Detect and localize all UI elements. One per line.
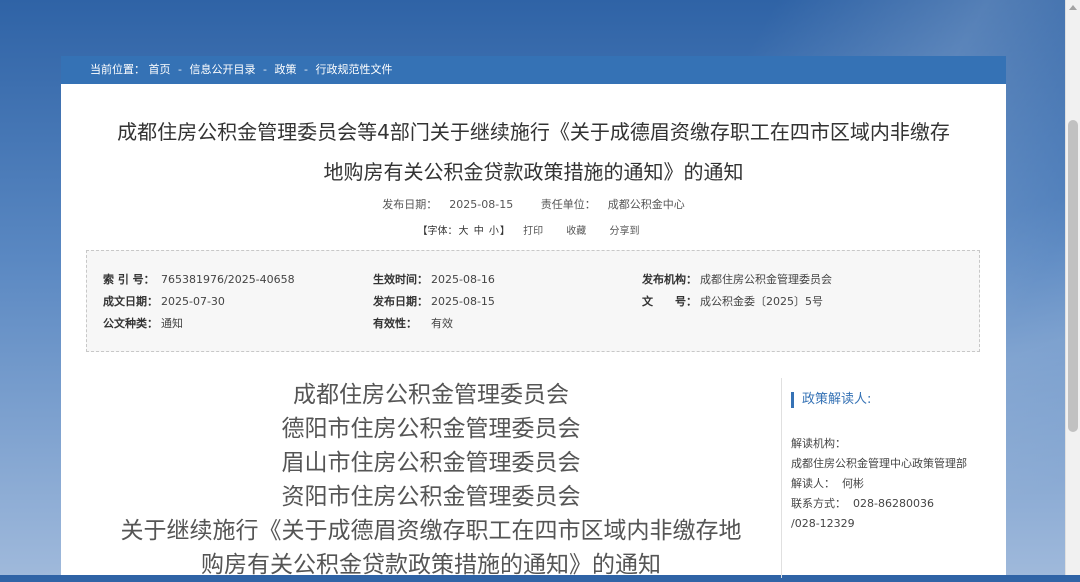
column-divider [781,378,782,578]
publish-date: 发布日期： 2025-08-15 [382,198,514,211]
interpreter-org-label: 解读机构： [791,437,846,450]
interpreter-person: 解读人： 何彬 [791,477,864,490]
policy-interpreter-panel: 政策解读人: 解读机构： 成都住房公积金管理中心政策管理部 解读人： 何彬 联系… [791,392,981,534]
body-heading-line1: 关于继续施行《关于成德眉资缴存职工在四市区域内非缴存地 [120,518,742,544]
font-size-switcher: 【字体：大 中 小】 [417,226,510,237]
document-tools: 【字体：大 中 小】 打印 收藏 分享到 [61,222,1006,237]
info-issuer: 发布机构： 成都住房公积金管理委员会 [642,273,832,286]
breadcrumb-separator: - [262,63,267,76]
breadcrumb-info-catalog[interactable]: 信息公开目录 [189,63,255,76]
info-issue-date: 发布日期： 2025-08-15 [373,295,495,308]
share-button[interactable]: 分享到 [609,226,639,237]
scroll-up-icon[interactable] [1069,5,1077,10]
info-row: 公文种类： 通知 有效性： 有效 [87,316,979,332]
issuer-line: 眉山市住房公积金管理委员会 [281,450,581,476]
body-heading-line2: 购房有关公积金贷款政策措施的通知》的通知 [201,552,661,578]
info-index: 索 引 号： 765381976/2025-40658 [103,273,295,286]
breadcrumb: 当前位置： 首页 - 信息公开目录 - 政策 - 行政规范性文件 [61,56,1006,84]
breadcrumb-prefix: 当前位置： [90,63,145,76]
breadcrumb-home[interactable]: 首页 [149,63,171,76]
document-title-line2: 地购房有关公积金贷款政策措施的通知》的通知 [323,160,744,184]
print-button[interactable]: 打印 [523,226,543,237]
document-title-line1: 成都住房公积金管理委员会等4部门关于继续施行《关于成德眉资缴存职工在四市区域内非… [117,120,950,144]
breadcrumb-policy[interactable]: 政策 [274,63,296,76]
favorite-button[interactable]: 收藏 [566,226,586,237]
issuer-line: 成都住房公积金管理委员会 [293,382,569,408]
document-body: 成都住房公积金管理委员会 德阳市住房公积金管理委员会 眉山市住房公积金管理委员会… [86,378,776,582]
document-info-table: 索 引 号： 765381976/2025-40658 生效时间： 2025-08-… [86,250,980,352]
interpreter-contact-alt: /028-12329 [791,517,855,530]
main-content: 当前位置： 首页 - 信息公开目录 - 政策 - 行政规范性文件 成都住房公积金… [61,56,1006,578]
font-large-button[interactable]: 大 [459,226,469,237]
breadcrumb-separator: - [303,63,308,76]
info-written-date: 成文日期： 2025-07-30 [103,295,225,308]
document-meta: 发布日期： 2025-08-15 责任单位： 成都公积金中心 [61,196,1006,212]
breadcrumb-separator: - [178,63,182,76]
font-medium-button[interactable]: 中 [474,226,484,237]
info-effective-time: 生效时间： 2025-08-16 [373,273,495,286]
panel-title: 政策解读人: [791,392,981,408]
breadcrumb-normative-docs[interactable]: 行政规范性文件 [315,63,392,76]
font-small-button[interactable]: 小 [489,226,499,237]
info-validity: 有效性： 有效 [373,317,453,330]
interpreter-org-value: 成都住房公积金管理中心政策管理部 [791,457,967,470]
info-row: 成文日期： 2025-07-30 发布日期： 2025-08-15 文 号： 成公积金… [87,294,979,310]
info-row: 索 引 号： 765381976/2025-40658 生效时间： 2025-08-… [87,272,979,288]
info-doc-type: 公文种类： 通知 [103,317,183,330]
scroll-thumb[interactable] [1068,120,1078,432]
page-scrollbar[interactable] [1065,0,1080,575]
info-doc-number: 文 号： 成公积金委〔2025〕5号 [642,295,823,308]
document-title: 成都住房公积金管理委员会等4部门关于继续施行《关于成德眉资缴存职工在四市区域内非… [91,112,976,192]
issuer-line: 德阳市住房公积金管理委员会 [281,416,581,442]
issuer-line: 资阳市住房公积金管理委员会 [281,484,581,510]
interpreter-contact: 联系方式： 028-86280036 [791,497,934,510]
responsible-unit: 责任单位： 成都公积金中心 [540,198,685,211]
